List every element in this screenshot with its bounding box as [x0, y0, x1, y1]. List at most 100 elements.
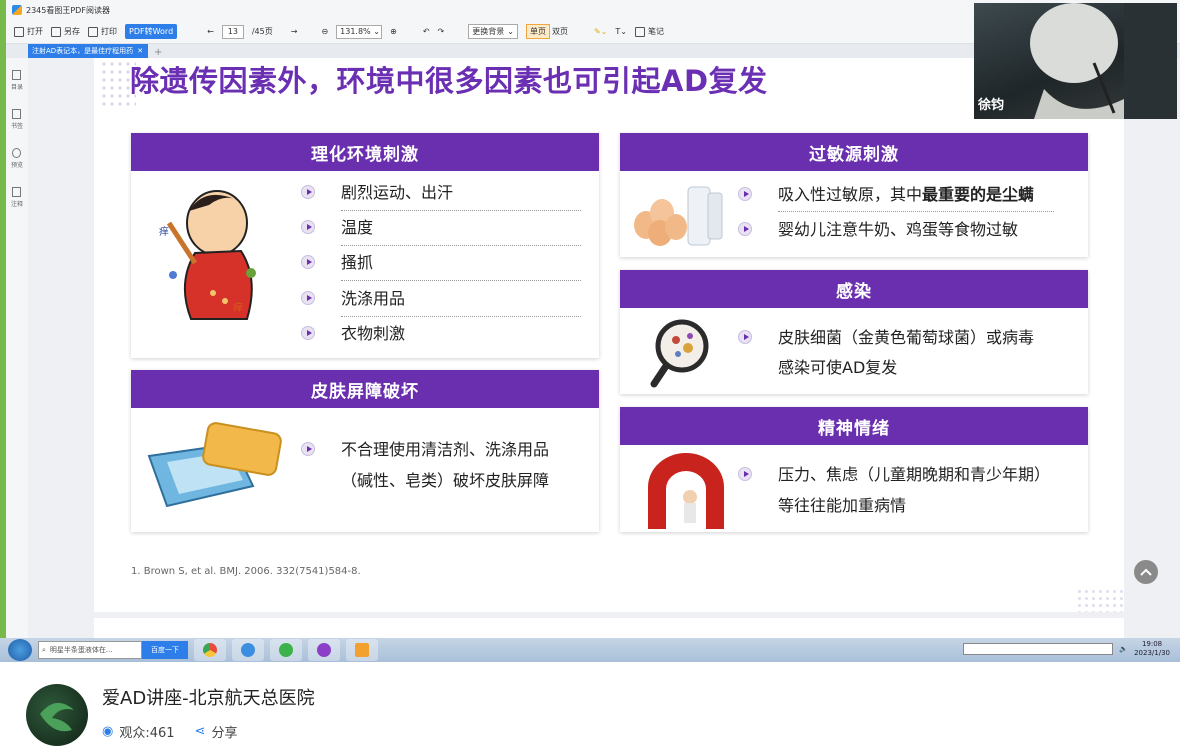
save-as-button[interactable]: 另存	[51, 26, 80, 37]
list-item-continued: （碱性、皂类）破坏皮肤屏障	[341, 471, 550, 490]
window-title: 2345看图王PDF阅读器	[26, 5, 110, 15]
open-button[interactable]: 打开	[14, 26, 43, 37]
bullet-icon	[738, 187, 752, 201]
card-header: 理化环境刺激	[131, 133, 599, 171]
zoom-out-button[interactable]: ⊖	[321, 27, 328, 36]
meeting-app-icon	[317, 643, 331, 657]
bullet-icon	[738, 222, 752, 236]
next-page-edge	[94, 618, 1124, 638]
rotate-right-button[interactable]: ↷	[438, 27, 445, 36]
pdf-page: 除遗传因素外，环境中很多因素也可引起AD复发 理化环境刺激 痒 痒 剧烈运动、出…	[94, 58, 1158, 612]
list-item: 衣物刺激	[301, 318, 405, 349]
save-icon	[51, 26, 61, 37]
bookmark-icon	[12, 109, 22, 119]
list-item: 不合理使用清洁剂、洗涤用品	[301, 434, 549, 465]
next-page-button[interactable]: →	[291, 27, 298, 36]
channel-avatar[interactable]	[26, 684, 88, 746]
bullet-icon	[738, 330, 752, 344]
eye-icon	[12, 148, 22, 158]
list-item: 温度	[301, 212, 373, 243]
taskbar-chrome[interactable]	[194, 639, 226, 661]
citation: 1. Brown S, et al. BMJ. 2006. 332(7541)5…	[131, 566, 361, 577]
card-mental: 精神情绪 压力、焦虑（儿童期晚期和青少年期） 等往往能加重病情	[620, 407, 1088, 532]
sidebar-item-preview[interactable]: 预览	[11, 148, 23, 169]
card-header: 精神情绪	[620, 407, 1088, 445]
system-tray: 🔈 19:08 2023/1/30	[963, 640, 1170, 658]
start-button[interactable]	[8, 639, 32, 661]
svg-text:痒: 痒	[233, 301, 243, 314]
pdf-to-word-button[interactable]: PDF转Word	[125, 24, 178, 39]
slide-title: 除遗传因素外，环境中很多因素也可引起AD复发	[130, 64, 768, 98]
new-tab-button[interactable]: +	[154, 47, 162, 58]
bullet-icon	[301, 326, 315, 340]
list-item: 搔抓	[301, 247, 373, 278]
bullet-icon	[301, 291, 315, 305]
sidebar-item-bookmarks[interactable]: 书签	[11, 109, 23, 130]
page-total: /45页	[251, 27, 273, 36]
page-number-input[interactable]: 13	[221, 24, 244, 39]
stream-info-bar: 爱AD讲座-北京航天总医院 ◉ 观众:461 ⋖ 分享	[0, 662, 1180, 752]
comment-icon	[12, 187, 22, 197]
card-allergen: 过敏源刺激 吸入性过敏原，其中最重要的是尘螨 婴幼儿注意牛奶、鸡蛋等食物过敏	[620, 133, 1088, 257]
highlighter-button[interactable]: ✎⌄	[594, 27, 607, 36]
sidebar-item-contents[interactable]: 目录	[11, 70, 23, 91]
card-barrier: 皮肤屏障破坏 不合理使用清洁剂、洗涤用品 （碱性、皂类）破坏皮肤屏障	[131, 370, 599, 532]
scroll-to-top-button[interactable]	[1134, 560, 1158, 584]
app-icon	[12, 5, 22, 15]
stream-meta: ◉ 观众:461 ⋖ 分享	[102, 722, 237, 741]
clock[interactable]: 19:08 2023/1/30	[1134, 640, 1170, 658]
pressure-magnet-illustration	[648, 453, 724, 529]
screen: 2345看图王PDF阅读器 打开 另存 打印 PDF转Word ← 13 /45…	[0, 0, 1180, 752]
volume-icon[interactable]: 🔈	[1119, 645, 1128, 653]
prev-page-button[interactable]: ←	[207, 27, 214, 36]
chevron-up-icon	[1140, 568, 1152, 576]
presenter-video	[1030, 3, 1177, 119]
list-item-continued: 感染可使AD复发	[778, 358, 898, 377]
soap-dish-illustration	[147, 422, 282, 508]
taskbar-wechat[interactable]	[270, 639, 302, 661]
list-item: 吸入性过敏原，其中最重要的是尘螨	[738, 179, 1034, 210]
sidebar-item-annotations[interactable]: 注释	[11, 187, 23, 208]
pdf-app-icon	[355, 643, 369, 657]
bullet-icon	[301, 442, 315, 456]
eye-icon: ◉	[102, 724, 114, 739]
taskbar-pdf[interactable]	[346, 639, 378, 661]
single-page-button[interactable]: 单页	[525, 24, 550, 39]
svg-text:痒: 痒	[159, 225, 169, 238]
eggs-milk-illustration	[634, 186, 723, 246]
print-button[interactable]: 打印	[88, 26, 117, 37]
card-physical: 理化环境刺激 痒 痒 剧烈运动、出汗 温度 搔抓 洗涤用品 衣物刺激	[131, 133, 599, 358]
card-header: 过敏源刺激	[620, 133, 1088, 171]
list-item: 婴幼儿注意牛奶、鸡蛋等食物过敏	[738, 214, 1018, 245]
chrome-icon	[203, 643, 217, 657]
decorative-dots	[1076, 588, 1124, 612]
zoom-select[interactable]: 131.8% ⌄	[336, 24, 383, 39]
notes-button[interactable]: 笔记	[634, 26, 664, 37]
list-item-continued: 等往往能加重病情	[778, 496, 907, 515]
zoom-in-button[interactable]: ⊕	[390, 27, 397, 36]
webcam-overlay: 徐钧	[974, 3, 1177, 119]
close-tab-icon[interactable]: ✕	[137, 47, 143, 55]
taskbar-search-button[interactable]: 百度一下	[142, 641, 188, 659]
background-select[interactable]: 更换背景 ⌄	[468, 24, 518, 39]
card-infection: 感染 皮肤细菌（金黄色葡萄球菌）或病毒 感染可使AD复发	[620, 270, 1088, 394]
card-header: 皮肤屏障破坏	[131, 370, 599, 408]
list-item: 剧烈运动、出汗	[301, 177, 453, 208]
taskbar-app[interactable]	[308, 639, 340, 661]
folder-icon	[14, 26, 24, 37]
address-bar[interactable]	[963, 643, 1114, 655]
note-icon	[634, 26, 645, 37]
channel-logo-icon	[40, 702, 74, 732]
taskbar-search[interactable]: ⌕ 明星半条蛋液体在...	[38, 641, 142, 659]
list-item: 压力、焦虑（儿童期晚期和青少年期）	[738, 459, 1050, 490]
document-tab[interactable]: 注射AD表记本，是最佳疗程用药 ✕	[28, 44, 148, 58]
text-tool-button[interactable]: T⌄	[615, 27, 627, 36]
double-page-button[interactable]: 双页	[552, 26, 568, 37]
list-item: 皮肤细菌（金黄色葡萄球菌）或病毒	[738, 322, 1034, 353]
rotate-left-button[interactable]: ↶	[423, 27, 430, 36]
stream-title: 爱AD讲座-北京航天总医院	[102, 688, 315, 709]
wechat-icon	[279, 643, 293, 657]
share-button[interactable]: ⋖ 分享	[195, 722, 238, 741]
taskbar-app[interactable]	[232, 639, 264, 661]
card-header: 感染	[620, 270, 1088, 308]
